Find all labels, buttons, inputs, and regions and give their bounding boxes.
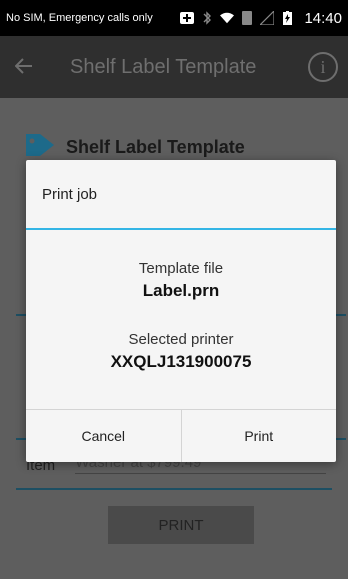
dialog-title: Print job <box>42 185 98 203</box>
dialog-body: Template file Label.prn Selected printer… <box>26 230 336 372</box>
signal-icon <box>260 11 275 25</box>
status-icons: 14:40 <box>180 10 342 27</box>
template-file-value: Label.prn <box>142 281 220 300</box>
info-icon[interactable]: i <box>308 52 338 82</box>
heading-text: Shelf Label Template <box>66 137 245 157</box>
cancel-button[interactable]: Cancel <box>26 410 181 462</box>
bluetooth-icon <box>200 11 214 25</box>
battery-icon <box>280 11 294 25</box>
sim-icon <box>240 11 254 25</box>
print-confirm-button[interactable]: Print <box>180 410 337 462</box>
app-bar-title: Shelf Label Template <box>70 55 257 78</box>
tag-icon <box>24 132 56 163</box>
status-bar: No SIM, Emergency calls only 14:40 <box>0 0 348 36</box>
carrier-text: No SIM, Emergency calls only <box>6 12 153 24</box>
back-arrow-icon[interactable] <box>0 54 48 80</box>
print-button[interactable]: PRINT <box>108 506 254 544</box>
dialog-buttons: Cancel Print <box>26 409 336 462</box>
selected-printer-value: XXQLJ131900075 <box>110 352 252 371</box>
field-underline <box>16 488 332 490</box>
app-bar: Shelf Label Template i <box>0 36 348 98</box>
selected-printer-label: Selected printer <box>128 331 234 348</box>
notification-plus-icon <box>180 11 195 25</box>
wifi-icon <box>220 11 235 25</box>
clock: 14:40 <box>304 9 342 27</box>
template-file-label: Template file <box>138 260 224 277</box>
template-heading: Shelf Label Template <box>24 132 245 163</box>
print-job-dialog: Print job Template file Label.prn Select… <box>26 160 336 462</box>
